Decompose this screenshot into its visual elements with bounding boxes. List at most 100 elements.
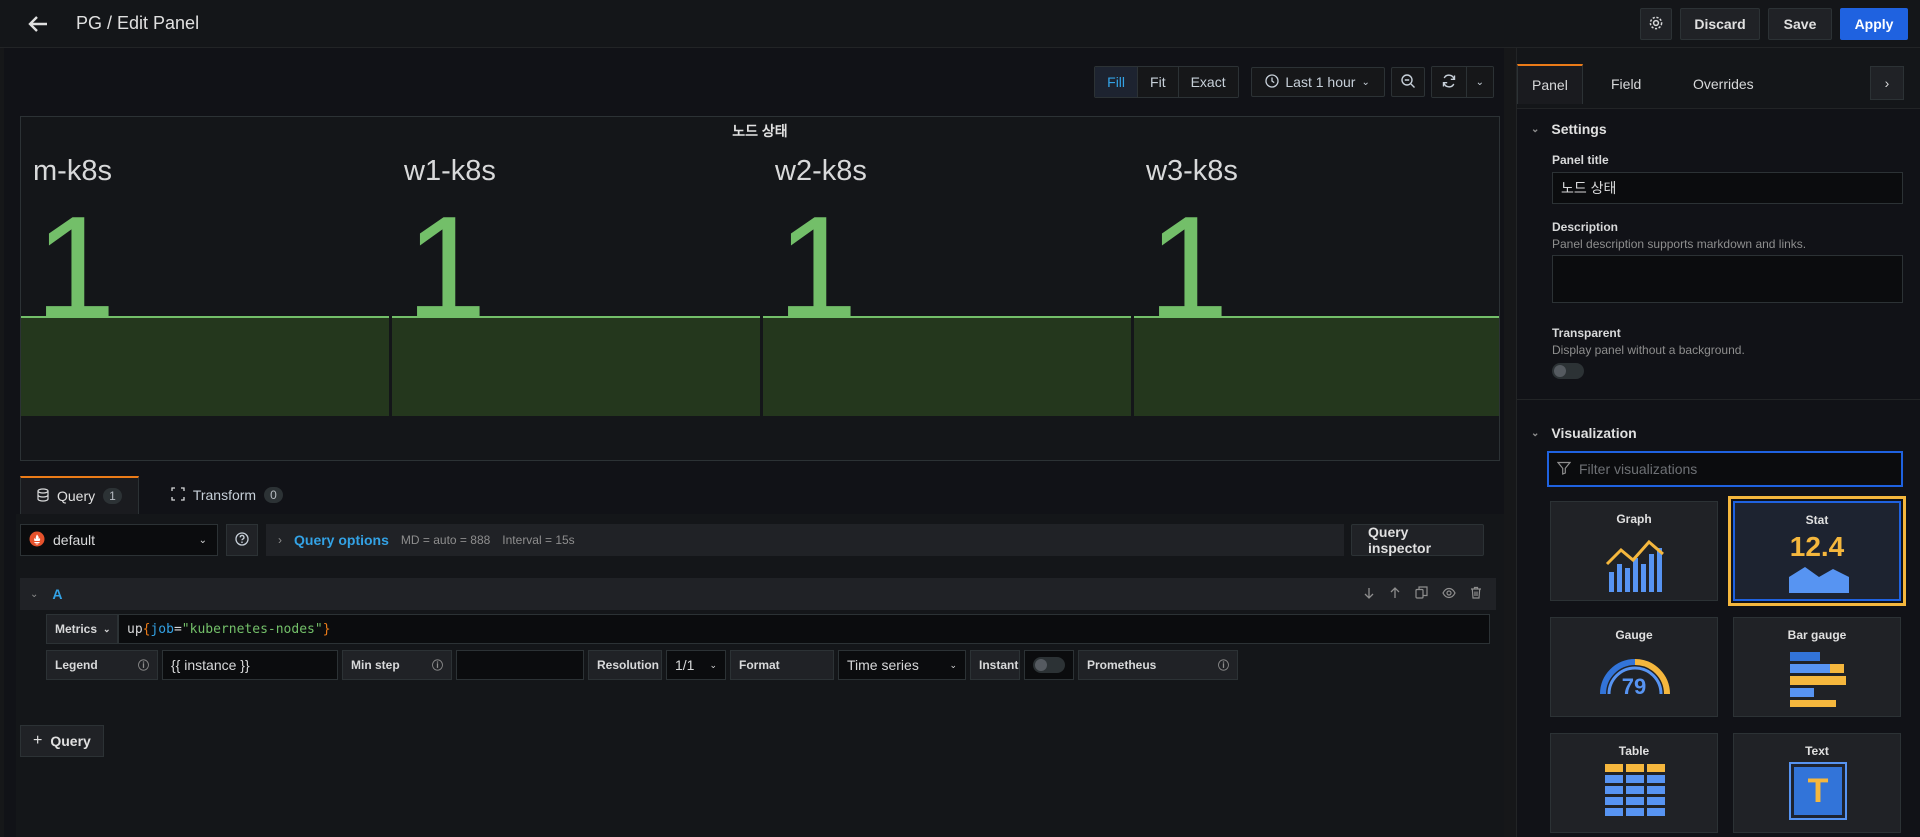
stat-name: m-k8s <box>33 155 112 187</box>
view-toolbar: Fill Fit Exact Last 1 hour ⌄ ⌄ <box>1094 66 1494 98</box>
duplicate-icon[interactable] <box>1415 586 1428 602</box>
section-divider <box>1517 399 1920 400</box>
vis-card-label: Text <box>1805 744 1829 758</box>
top-actions: Discard Save Apply <box>1640 8 1908 40</box>
view-mode-fit[interactable]: Fit <box>1138 67 1179 97</box>
time-range-picker[interactable]: Last 1 hour ⌄ <box>1250 67 1385 97</box>
expr-equals: = <box>173 621 182 637</box>
expr-brace-open: { <box>142 621 151 637</box>
add-query-button[interactable]: + Query <box>20 725 104 757</box>
legend-label: Legend <box>55 658 98 672</box>
view-mode-fill[interactable]: Fill <box>1095 67 1139 97</box>
vis-card-label: Graph <box>1616 512 1652 526</box>
description-hint: Panel description supports markdown and … <box>1552 237 1807 251</box>
info-icon[interactable]: ⓘ <box>432 657 443 673</box>
vis-card-gauge[interactable]: Gauge 79 <box>1550 617 1718 717</box>
min-step-label: Min step <box>351 658 400 672</box>
refresh-interval-dropdown[interactable]: ⌄ <box>1466 67 1493 97</box>
metrics-label: Metrics <box>55 622 98 636</box>
instant-label: Instant <box>970 650 1020 680</box>
format-value: Time series <box>847 657 919 673</box>
tab-query[interactable]: Query 1 <box>20 476 139 514</box>
vis-card-table[interactable]: Table <box>1550 733 1718 833</box>
save-button[interactable]: Save <box>1768 8 1832 40</box>
text-icon: T <box>1789 762 1847 820</box>
visualization-section-header[interactable]: ⌄ Visualization <box>1531 425 1637 441</box>
panel-title-label: Panel title <box>1552 153 1609 167</box>
vis-card-bar-gauge[interactable]: Bar gauge <box>1733 617 1901 717</box>
tab-label: Query <box>57 488 96 504</box>
view-mode-toggle: Fill Fit Exact <box>1094 66 1239 98</box>
vis-card-graph[interactable]: Graph <box>1550 501 1718 601</box>
count-badge: 1 <box>103 488 122 504</box>
chevron-right-icon: › <box>1884 75 1890 91</box>
query-inspector-button[interactable]: Query inspector <box>1351 524 1484 556</box>
instant-toggle[interactable] <box>1024 650 1074 680</box>
refresh-button[interactable] <box>1431 67 1467 97</box>
legend-input[interactable]: {{ instance }} <box>162 650 338 680</box>
database-icon <box>37 487 49 505</box>
trash-icon[interactable] <box>1470 586 1482 602</box>
metrics-query-input[interactable]: up{job = "kubernetes-nodes"} <box>118 614 1490 644</box>
query-ref-id: A <box>52 586 63 602</box>
chevron-down-icon[interactable]: ⌄ <box>30 589 38 600</box>
apply-button[interactable]: Apply <box>1840 8 1908 40</box>
help-button[interactable] <box>226 524 258 556</box>
move-down-icon[interactable] <box>1363 586 1375 602</box>
transparent-hint: Display panel without a background. <box>1552 343 1745 357</box>
resolution-label: Resolution <box>588 650 662 680</box>
info-icon[interactable]: ⓘ <box>138 657 149 673</box>
transparent-toggle[interactable] <box>1552 363 1584 379</box>
top-bar: PG / Edit Panel Discard Save Apply <box>0 0 1920 48</box>
metrics-dropdown[interactable]: Metrics ⌄ <box>46 614 118 644</box>
stat-sparkline <box>392 316 760 416</box>
panel-preview: 노드 상태 m-k8s 1 w1-k8s 1 w2-k8s 1 w3-k8s 1 <box>20 116 1500 461</box>
eye-icon[interactable] <box>1442 586 1456 602</box>
query-options-bar[interactable]: › Query options MD = auto = 888 Interval… <box>266 524 1344 556</box>
move-up-icon[interactable] <box>1389 586 1401 602</box>
zoom-out-button[interactable] <box>1390 67 1425 97</box>
panel-title-input[interactable]: 노드 상태 <box>1552 172 1903 204</box>
collapse-sidebar-button[interactable]: › <box>1870 66 1904 100</box>
filter-placeholder: Filter visualizations <box>1579 461 1698 477</box>
panel-preview-title: 노드 상태 <box>732 123 788 139</box>
transparent-label: Transparent <box>1552 326 1621 340</box>
datasource-select[interactable]: default ⌄ <box>20 524 218 556</box>
chevron-down-icon: ⌄ <box>709 659 717 670</box>
chevron-down-icon: ⌄ <box>1531 123 1540 135</box>
info-icon[interactable]: ⓘ <box>1218 657 1229 673</box>
resolution-select[interactable]: 1/1 ⌄ <box>666 650 726 680</box>
format-select[interactable]: Time series ⌄ <box>838 650 966 680</box>
view-mode-exact[interactable]: Exact <box>1178 67 1238 97</box>
stat-sparkline <box>21 316 389 416</box>
query-options-interval: Interval = 15s <box>502 533 575 547</box>
query-options-row: Legend ⓘ {{ instance }} Min step ⓘ Resol… <box>46 650 1238 680</box>
stat-name: w2-k8s <box>775 155 867 187</box>
datasource-name: default <box>53 532 96 548</box>
chevron-down-icon: ⌄ <box>1531 427 1540 439</box>
legend-label-box: Legend ⓘ <box>46 650 158 680</box>
description-textarea[interactable] <box>1552 255 1903 303</box>
back-arrow-icon[interactable] <box>20 6 56 42</box>
sidebar-tabs: Panel Field Overrides › <box>1517 48 1920 108</box>
gauge-sample-value: 79 <box>1621 674 1647 699</box>
filter-visualizations-input[interactable]: Filter visualizations <box>1547 451 1903 487</box>
vis-card-text[interactable]: Text T <box>1733 733 1901 833</box>
tab-field[interactable]: Field <box>1597 64 1655 104</box>
settings-section-header[interactable]: ⌄ Settings <box>1531 121 1607 137</box>
refresh-group: ⌄ <box>1430 66 1494 98</box>
vis-card-stat[interactable]: Stat 12.4 <box>1728 496 1906 606</box>
settings-heading: Settings <box>1551 121 1607 137</box>
query-options-label[interactable]: Query options <box>294 532 389 548</box>
settings-button[interactable] <box>1640 8 1672 40</box>
vis-card-label: Gauge <box>1615 628 1653 642</box>
tab-panel[interactable]: Panel <box>1517 64 1583 104</box>
vis-card-label: Bar gauge <box>1787 628 1847 642</box>
discard-button[interactable]: Discard <box>1680 8 1760 40</box>
min-step-input[interactable] <box>456 650 584 680</box>
query-options-md: MD = auto = 888 <box>400 533 491 547</box>
expr-label: job <box>150 621 174 637</box>
query-row-header[interactable]: ⌄ A <box>20 578 1496 610</box>
tab-transform[interactable]: Transform 0 <box>155 476 299 514</box>
tab-overrides[interactable]: Overrides <box>1679 64 1768 104</box>
